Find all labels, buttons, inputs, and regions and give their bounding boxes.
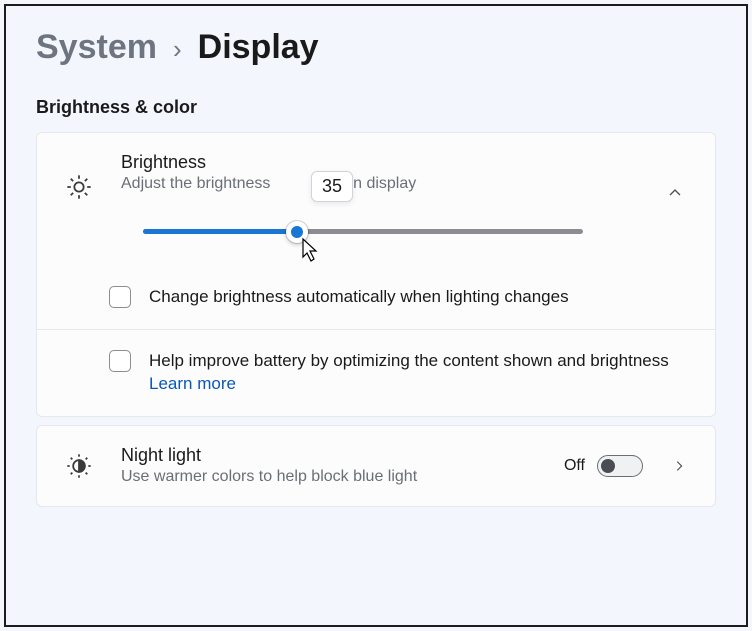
page-title: Display [198,28,319,67]
brightness-title: Brightness [121,151,635,174]
night-light-toggle[interactable] [597,455,643,477]
auto-brightness-label: Change brightness automatically when lig… [149,286,569,309]
night-light-subtitle: Use warmer colors to help block blue lig… [121,467,544,488]
auto-brightness-row: Change brightness automatically when lig… [37,266,715,329]
night-light-title: Night light [121,444,544,467]
chevron-right-icon: › [173,34,182,65]
learn-more-link[interactable]: Learn more [149,374,236,393]
breadcrumb: System › Display [36,28,716,67]
brightness-slider[interactable] [143,229,583,234]
night-light-card[interactable]: Night light Use warmer colors to help bl… [36,425,716,507]
night-light-icon [57,452,101,480]
collapse-button[interactable] [655,185,695,201]
auto-brightness-checkbox[interactable] [109,286,131,308]
cursor-icon [301,237,321,263]
sun-icon [57,173,101,201]
battery-optimize-row: Help improve battery by optimizing the c… [37,329,715,416]
night-light-state: Off [564,457,585,475]
section-title: Brightness & color [36,97,716,118]
night-light-expand[interactable] [663,459,695,473]
breadcrumb-parent[interactable]: System [36,28,157,67]
brightness-card: Brightness Adjust the brightness built-i… [36,132,716,417]
battery-optimize-label: Help improve battery by optimizing the c… [149,351,669,370]
brightness-row: Brightness Adjust the brightness built-i… [37,133,715,266]
battery-optimize-checkbox[interactable] [109,350,131,372]
brightness-value-tooltip: 35 [311,171,353,202]
slider-thumb[interactable] [286,221,308,243]
brightness-subtitle-before: Adjust the brightness [121,175,270,192]
